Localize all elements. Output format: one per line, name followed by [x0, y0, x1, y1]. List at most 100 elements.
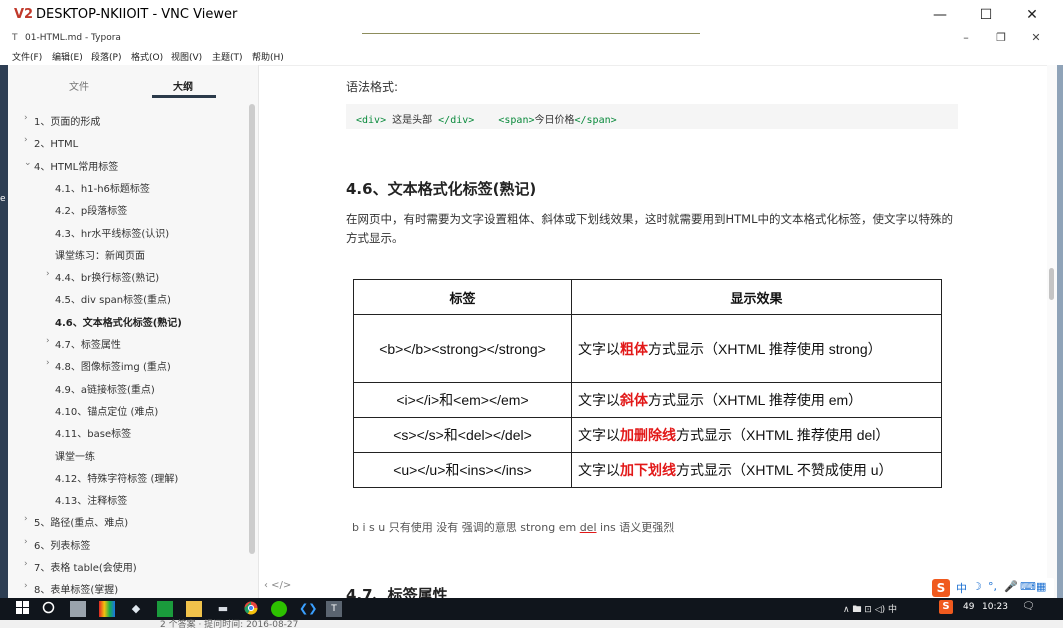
- tab-files[interactable]: 文件: [69, 78, 89, 93]
- outline-item[interactable]: 4.3、hr水平线标签(认识): [55, 225, 169, 240]
- outline-item[interactable]: 1、页面的形成: [34, 113, 100, 128]
- ime-halfwidth-icon[interactable]: ☽: [972, 580, 982, 593]
- notification-icon[interactable]: 🗨: [1022, 601, 1035, 612]
- outline-item[interactable]: 5、路径(重点、难点): [34, 514, 128, 529]
- vnc-close-button[interactable]: ✕: [1012, 4, 1052, 26]
- start-button[interactable]: [14, 601, 30, 617]
- code-tag: </div>: [438, 115, 475, 126]
- outline-item[interactable]: 4.5、div span标签(重点): [55, 291, 171, 306]
- editor-scrollbar-thumb[interactable]: [1049, 268, 1054, 300]
- green-app-icon[interactable]: [157, 601, 173, 617]
- ime-chinese-mode-icon[interactable]: 中: [956, 580, 967, 596]
- note-part: ins 语义更强烈: [596, 521, 675, 534]
- desktop-edge-text: e: [0, 194, 6, 204]
- menu-edit[interactable]: 编辑(E): [52, 50, 83, 63]
- table-row: <i></i>和<em></em> 文字以斜体方式显示（XHTML 推荐使用 e…: [353, 382, 942, 418]
- outline-item[interactable]: 课堂练习：新闻页面: [55, 247, 145, 262]
- menu-theme[interactable]: 主题(T): [212, 50, 243, 63]
- outline-item[interactable]: 4.13、注释标签: [55, 492, 127, 507]
- outline-item[interactable]: 4、HTML常用标签: [34, 158, 118, 173]
- code-tag: </span>: [574, 115, 617, 126]
- vnc-logo-icon: V2: [14, 7, 34, 22]
- tab-outline[interactable]: 大纲: [173, 78, 193, 93]
- section-heading: 4.6、文本格式化标签(熟记): [346, 180, 537, 198]
- code-content: 今日价格: [534, 115, 575, 126]
- editor-scrollbar-track[interactable]: [1047, 65, 1057, 598]
- table-cell-tag: <s></s>和<del></del>: [353, 417, 572, 453]
- menu-paragraph[interactable]: 段落(P): [91, 50, 121, 63]
- typora-window-title: 01-HTML.md - Typora: [25, 33, 121, 43]
- search-circle-icon[interactable]: [40, 601, 56, 617]
- menu-file[interactable]: 文件(F): [12, 50, 42, 63]
- taskbar-clock[interactable]: 10:23: [982, 602, 1008, 612]
- sidebar-scrollbar[interactable]: [249, 104, 255, 554]
- wechat-icon[interactable]: [271, 601, 287, 617]
- outline-item[interactable]: 6、列表标签: [34, 537, 90, 552]
- desktop-right-edge: [1057, 65, 1063, 598]
- outline-toggle-icon[interactable]: ›: [24, 514, 28, 524]
- outline-toggle-icon[interactable]: ⌄: [24, 158, 32, 168]
- ime-voice-icon[interactable]: 🎤: [1004, 580, 1018, 593]
- outline-item[interactable]: 4.9、a链接标签(重点): [55, 381, 155, 396]
- table-cell-tag: <u></u>和<ins></ins>: [353, 452, 572, 488]
- ime-punctuation-icon[interactable]: °,: [988, 580, 997, 593]
- menu-view[interactable]: 视图(V): [171, 50, 202, 63]
- calculator-icon[interactable]: [70, 601, 86, 617]
- window-app-icon[interactable]: ▬: [215, 601, 231, 617]
- outline-toggle-icon[interactable]: ›: [46, 269, 50, 279]
- table-cell-effect: 文字以粗体方式显示（XHTML 推荐使用 strong）: [571, 314, 942, 383]
- outline-item[interactable]: 4.1、h1-h6标题标签: [55, 180, 150, 195]
- paint-icon[interactable]: ◆: [128, 601, 144, 617]
- ime-keyboard-icon[interactable]: ⌨: [1020, 580, 1036, 593]
- typora-close-button[interactable]: ✕: [1023, 31, 1049, 47]
- outline-item[interactable]: 7、表格 table(会使用): [34, 559, 137, 574]
- outline-item[interactable]: 4.11、base标签: [55, 425, 131, 440]
- outline-toggle-icon[interactable]: ›: [24, 113, 28, 123]
- vscode-icon[interactable]: ❮❯: [299, 601, 317, 617]
- outline-toggle-icon[interactable]: ›: [24, 135, 28, 145]
- outline-toggle-icon[interactable]: ›: [24, 559, 28, 569]
- outline-item[interactable]: 4.7、标签属性: [55, 336, 121, 351]
- vnc-maximize-button[interactable]: ☐: [966, 4, 1006, 26]
- outline-toggle-icon[interactable]: ›: [46, 336, 50, 346]
- outline-item[interactable]: 4.2、p段落标签: [55, 202, 127, 217]
- table-header-row: 标签 显示效果: [353, 279, 942, 315]
- outline-toggle-icon[interactable]: ›: [46, 358, 50, 368]
- ime-toolbox-icon[interactable]: ▦: [1036, 580, 1046, 593]
- outline-item[interactable]: 4.4、br换行标签(熟记): [55, 269, 159, 284]
- background-page-text: 2 个答案 · 提问时间: 2016-08-27: [160, 620, 299, 630]
- outline-item[interactable]: 2、HTML: [34, 135, 78, 150]
- effect-pre: 文字以: [578, 427, 620, 443]
- effect-post: 方式显示（XHTML 不赞成使用 u）: [676, 462, 893, 478]
- chrome-icon[interactable]: [243, 601, 259, 617]
- outline-item[interactable]: 4.8、图像标签img (重点): [55, 358, 171, 373]
- outline-toggle-icon[interactable]: ›: [24, 537, 28, 547]
- active-tab-indicator: [152, 95, 216, 98]
- outline-item[interactable]: 8、表单标签(掌握): [34, 581, 118, 596]
- color-app-icon[interactable]: [99, 601, 115, 617]
- typora-minimize-button[interactable]: –: [953, 31, 979, 47]
- tray-sogou-icon[interactable]: S: [939, 600, 953, 614]
- file-explorer-icon[interactable]: [186, 601, 202, 617]
- editor-divider: [362, 33, 700, 34]
- effect-post: 方式显示（XHTML 推荐使用 strong）: [648, 340, 882, 357]
- outline-toggle-icon[interactable]: ›: [24, 581, 28, 591]
- table-header-tag: 标签: [353, 279, 572, 315]
- code-content: 这是头部: [386, 115, 439, 126]
- table-cell-tag: <i></i>和<em></em>: [353, 382, 572, 418]
- typora-taskbar-icon[interactable]: T: [326, 601, 342, 617]
- vnc-minimize-button[interactable]: —: [920, 4, 960, 26]
- menu-format[interactable]: 格式(O): [131, 50, 163, 63]
- outline-item[interactable]: 4.10、锚点定位 (难点): [55, 403, 158, 418]
- typora-restore-button[interactable]: ❐: [988, 31, 1014, 47]
- table-row: <b></b><strong></strong> 文字以粗体方式显示（XHTML…: [353, 314, 942, 383]
- outline-item[interactable]: 4.12、特殊字符标签 (理解): [55, 470, 178, 485]
- effect-post: 方式显示（XHTML 推荐使用 em）: [648, 392, 863, 408]
- outline-item[interactable]: 4.6、文本格式化标签(熟记): [55, 314, 182, 329]
- sidebar-footer-icons[interactable]: ‹ </>: [264, 580, 291, 591]
- menu-help[interactable]: 帮助(H): [252, 50, 284, 63]
- sogou-ime-icon[interactable]: S: [932, 579, 950, 597]
- outline-item[interactable]: 课堂一练: [55, 448, 95, 463]
- note-del-word: del: [579, 521, 597, 534]
- system-tray-icons[interactable]: ∧ 🖿 ⊡ ◁) 中: [843, 602, 897, 618]
